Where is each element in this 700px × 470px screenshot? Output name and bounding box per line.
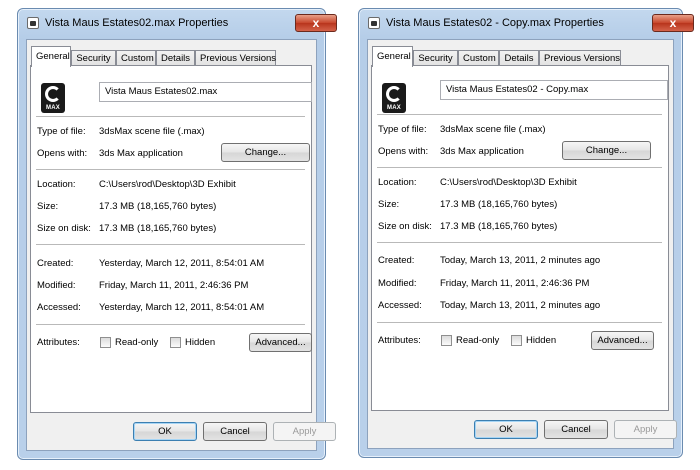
tab-details[interactable]: Details (499, 50, 539, 66)
attributes-label: Attributes: (37, 337, 80, 348)
type-label: Type of file: (378, 124, 427, 135)
divider (377, 167, 662, 168)
hidden-label: Hidden (526, 335, 557, 346)
tab-security[interactable]: Security (71, 50, 116, 66)
cancel-button[interactable]: Cancel (544, 420, 608, 439)
apply-button[interactable]: Apply (273, 422, 336, 441)
tab-security[interactable]: Security (413, 50, 458, 66)
tab-strip: General Security Custom Details Previous… (31, 46, 312, 67)
opens-with-label: Opens with: (37, 148, 88, 159)
size-value: 17.3 MB (18,165,760 bytes) (99, 201, 217, 212)
size-on-disk-value: 17.3 MB (18,165,760 bytes) (99, 223, 217, 234)
type-label: Type of file: (37, 126, 86, 137)
divider (36, 169, 305, 170)
location-label: Location: (37, 179, 76, 190)
tab-details[interactable]: Details (156, 50, 195, 66)
hidden-label: Hidden (185, 337, 216, 348)
title-bar[interactable]: Vista Maus Estates02.max Properties x (18, 9, 337, 36)
location-value: C:\Users\rod\Desktop\3D Exhibit (440, 177, 577, 188)
close-button[interactable]: x (295, 14, 337, 32)
properties-window-copy: Vista Maus Estates02 - Copy.max Properti… (358, 8, 694, 458)
file-icon-label: MAX (387, 105, 401, 111)
divider (377, 242, 662, 243)
tab-custom[interactable]: Custom (116, 50, 156, 66)
modified-value: Friday, March 11, 2011, 2:46:36 PM (99, 280, 249, 291)
file-icon-label: MAX (46, 105, 60, 111)
advanced-button[interactable]: Advanced... (591, 331, 654, 350)
divider (36, 244, 305, 245)
tab-general[interactable]: General (372, 46, 413, 67)
divider (377, 114, 662, 115)
tab-strip: General Security Custom Details Previous… (372, 46, 669, 67)
tab-custom[interactable]: Custom (458, 50, 499, 66)
accessed-value: Yesterday, March 12, 2011, 8:54:01 AM (99, 302, 265, 313)
readonly-label: Read-only (115, 337, 159, 348)
file-icon (368, 17, 380, 29)
created-value: Today, March 13, 2011, 2 minutes ago (440, 255, 601, 266)
file-icon (27, 17, 39, 29)
apply-button[interactable]: Apply (614, 420, 677, 439)
type-value: 3dsMax scene file (.max) (440, 124, 546, 135)
readonly-label: Read-only (456, 335, 500, 346)
properties-window-original: Vista Maus Estates02.max Properties x Ge… (17, 8, 337, 460)
created-label: Created: (37, 258, 74, 269)
tab-previous-versions[interactable]: Previous Versions (195, 50, 276, 66)
size-on-disk-label: Size on disk: (378, 221, 432, 232)
accessed-label: Accessed: (378, 300, 422, 311)
close-button[interactable]: x (652, 14, 694, 32)
size-value: 17.3 MB (18,165,760 bytes) (440, 199, 558, 210)
modified-label: Modified: (378, 278, 417, 289)
ok-button[interactable]: OK (474, 420, 538, 439)
ok-button[interactable]: OK (133, 422, 197, 441)
opens-with-label: Opens with: (378, 146, 429, 157)
accessed-label: Accessed: (37, 302, 81, 313)
3dsmax-file-icon: MAX (382, 83, 406, 113)
attributes-label: Attributes: (378, 335, 421, 346)
divider (377, 322, 662, 323)
opens-with-value: 3ds Max application (440, 146, 524, 157)
window-title: Vista Maus Estates02 - Copy.max Properti… (386, 17, 604, 29)
hidden-checkbox[interactable] (511, 335, 522, 346)
general-pane: MAX Vista Maus Estates02 - Copy.max Type… (371, 65, 669, 411)
filename-field[interactable]: Vista Maus Estates02 - Copy.max (440, 80, 668, 100)
size-label: Size: (37, 201, 59, 212)
dialog-client: General Security Custom Details Previous… (26, 39, 336, 451)
filename-field[interactable]: Vista Maus Estates02.max (99, 82, 312, 102)
divider (36, 324, 305, 325)
type-value: 3dsMax scene file (.max) (99, 126, 205, 137)
location-value: C:\Users\rod\Desktop\3D Exhibit (99, 179, 236, 190)
opens-with-value: 3ds Max application (99, 148, 183, 159)
change-button[interactable]: Change... (221, 143, 310, 162)
modified-value: Friday, March 11, 2011, 2:46:36 PM (440, 278, 590, 289)
window-title: Vista Maus Estates02.max Properties (45, 17, 229, 29)
title-bar[interactable]: Vista Maus Estates02 - Copy.max Properti… (359, 9, 694, 36)
location-label: Location: (378, 177, 417, 188)
readonly-checkbox[interactable] (100, 337, 111, 348)
3dsmax-file-icon: MAX (41, 83, 65, 113)
general-pane: MAX Vista Maus Estates02.max Type of fil… (30, 65, 312, 413)
dialog-client: General Security Custom Details Previous… (367, 39, 677, 449)
cancel-button[interactable]: Cancel (203, 422, 267, 441)
tab-general[interactable]: General (31, 46, 71, 67)
modified-label: Modified: (37, 280, 76, 291)
size-on-disk-value: 17.3 MB (18,165,760 bytes) (440, 221, 558, 232)
created-value: Yesterday, March 12, 2011, 8:54:01 AM (99, 258, 265, 269)
size-label: Size: (378, 199, 400, 210)
divider (36, 116, 305, 117)
advanced-button[interactable]: Advanced... (249, 333, 312, 352)
tab-previous-versions[interactable]: Previous Versions (539, 50, 621, 66)
created-label: Created: (378, 255, 415, 266)
accessed-value: Today, March 13, 2011, 2 minutes ago (440, 300, 601, 311)
readonly-checkbox[interactable] (441, 335, 452, 346)
hidden-checkbox[interactable] (170, 337, 181, 348)
change-button[interactable]: Change... (562, 141, 651, 160)
size-on-disk-label: Size on disk: (37, 223, 91, 234)
